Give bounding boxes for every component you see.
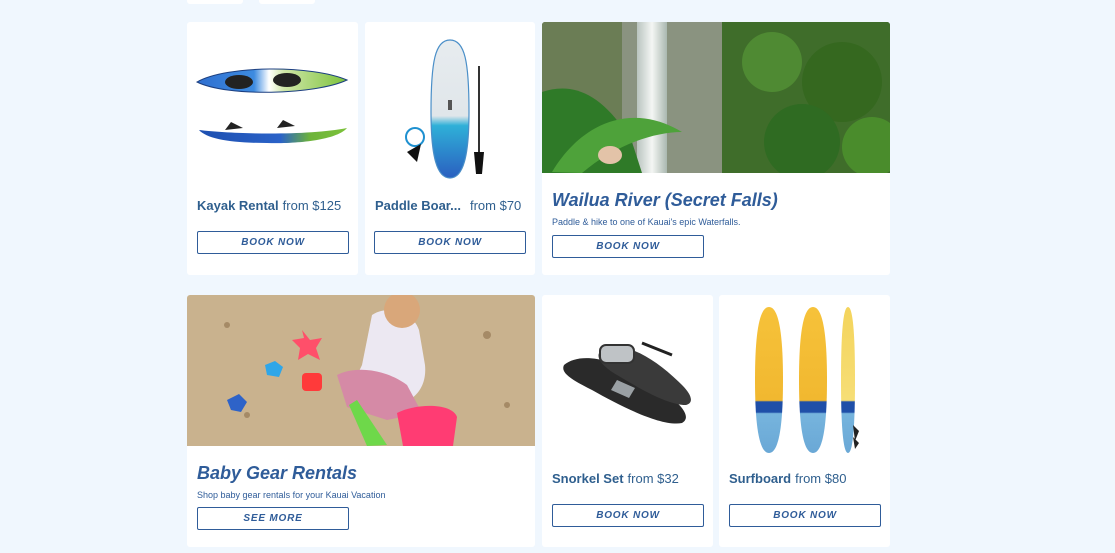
see-more-button[interactable]: SEE MORE [197,507,349,530]
feature-subtitle: Shop baby gear rentals for your Kauai Va… [197,490,386,500]
book-now-button[interactable]: BOOK NOW [552,504,704,527]
feature-card-wailua-river[interactable]: Wailua River (Secret Falls) Paddle & hik… [542,22,890,275]
product-name: Surfboard [729,471,792,486]
product-title-line: Surfboard from $80 [729,470,846,488]
top-filter-tab[interactable] [187,0,243,4]
product-card-kayak[interactable]: Kayak Rental from $125 BOOK NOW [187,22,358,275]
paddle-board-image [365,22,535,187]
book-now-button[interactable]: BOOK NOW [374,231,526,254]
product-title-line: Kayak Rental from $125 [197,197,341,215]
product-price: from $80 [795,471,847,486]
surfboard-image [719,295,890,460]
feature-title: Baby Gear Rentals [197,463,358,483]
feature-subtitle: Paddle & hike to one of Kauai's epic Wat… [552,217,741,227]
product-card-surfboard[interactable]: Surfboard from $80 BOOK NOW [719,295,890,547]
book-now-button[interactable]: BOOK NOW [729,504,881,527]
product-card-snorkel[interactable]: Snorkel Set from $32 BOOK NOW [542,295,713,547]
product-name: Paddle Boar... [375,198,461,213]
product-name: Snorkel Set [552,471,624,486]
waterfall-photo [542,22,890,173]
beach-toddler-photo [187,295,535,446]
product-price: from $32 [627,471,679,486]
product-title-line: Snorkel Set from $32 [552,470,679,488]
product-card-paddle-board[interactable]: Paddle Boar... from $70 BOOK NOW [365,22,535,275]
feature-title: Wailua River (Secret Falls) [552,190,778,210]
product-name: Kayak Rental [197,198,279,213]
product-title-line: Paddle Boar... from $70 [375,197,521,215]
product-price: from $70 [469,198,522,213]
kayak-image [187,22,358,187]
top-filter-tab[interactable] [259,0,315,4]
book-now-button[interactable]: BOOK NOW [197,231,349,254]
snorkel-image [542,295,713,460]
product-price: from $125 [282,198,342,213]
feature-card-baby-gear[interactable]: Baby Gear Rentals Shop baby gear rentals… [187,295,535,547]
book-now-button[interactable]: BOOK NOW [552,235,704,258]
